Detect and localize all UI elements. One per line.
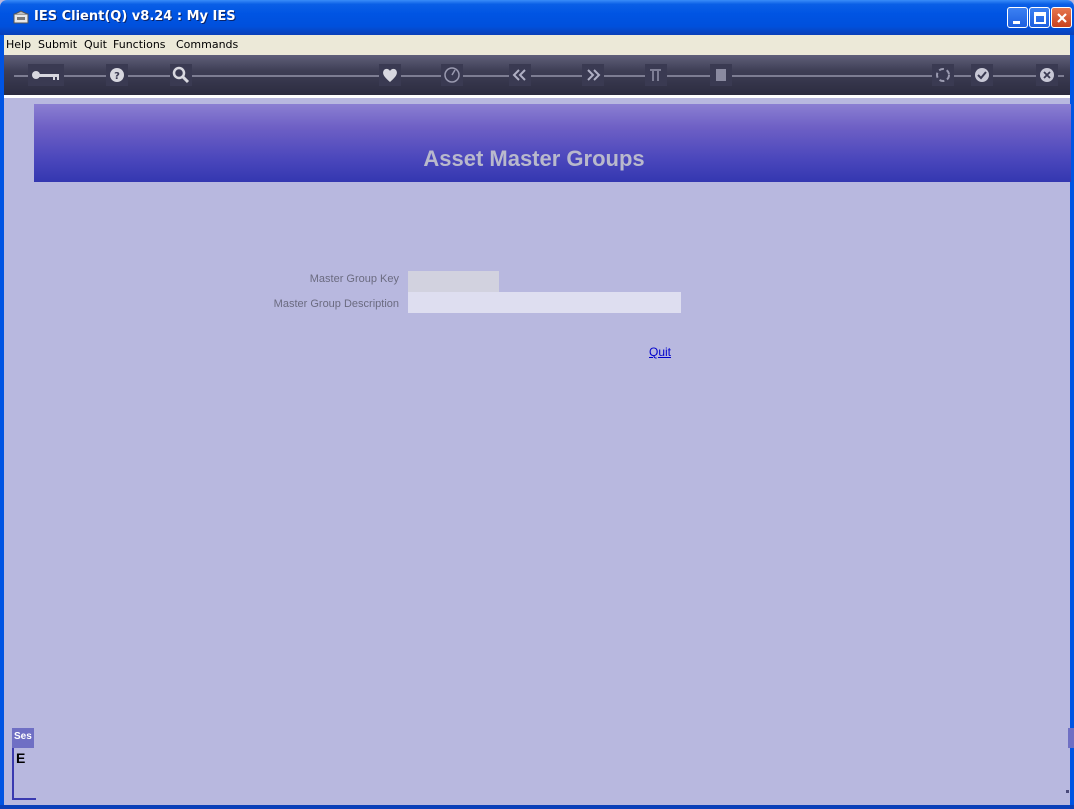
resize-grip[interactable] [1066,790,1069,793]
quit-link[interactable]: Quit [649,345,671,359]
heart-icon[interactable] [379,64,401,86]
clock-icon[interactable] [441,64,463,86]
master-group-description-label: Master Group Description [273,298,399,310]
master-group-key-input[interactable] [408,271,499,292]
page-title: Asset Master Groups [423,146,645,171]
app-window: IES Client(Q) v8.24 : My IES Help Submit… [0,0,1074,809]
master-group-key-label: Master Group Key [309,273,399,285]
session-indicator: E [16,750,26,766]
window-title: IES Client(Q) v8.24 : My IES [34,9,236,24]
minimize-button[interactable] [1007,7,1028,28]
menu-submit[interactable]: Submit [38,38,77,51]
maximize-button[interactable] [1029,7,1050,28]
window-frame-bottom [0,805,1074,809]
toolbar-separator [4,95,1070,98]
tools-icon[interactable] [645,64,667,86]
list-icon[interactable] [710,64,732,86]
help-icon[interactable]: ? [106,64,128,86]
menu-bar: Help Submit Quit Functions Commands [4,35,1070,55]
search-icon[interactable] [170,64,192,86]
svg-text:?: ? [114,71,120,82]
header-banner: Asset Master Groups [34,104,1071,182]
cancel-icon[interactable] [1036,64,1058,86]
session-tab-label: Ses [14,731,32,742]
menu-help[interactable]: Help [6,38,31,51]
recycle-icon[interactable] [932,64,954,86]
toolbar: ? [4,55,1070,95]
menu-functions[interactable]: Functions [113,38,166,51]
title-bar[interactable]: IES Client(Q) v8.24 : My IES [0,0,1074,35]
app-icon [13,10,29,24]
checkmark-icon[interactable] [971,64,993,86]
close-button[interactable] [1051,7,1072,28]
previous-icon[interactable] [509,64,531,86]
session-tab[interactable]: Ses [12,728,34,748]
window-frame-left [0,35,4,809]
menu-quit[interactable]: Quit [84,38,107,51]
key-icon[interactable] [28,64,64,86]
right-side-tab[interactable] [1068,728,1074,748]
master-group-description-input[interactable] [408,292,681,313]
menu-commands[interactable]: Commands [176,38,238,51]
next-icon[interactable] [582,64,604,86]
